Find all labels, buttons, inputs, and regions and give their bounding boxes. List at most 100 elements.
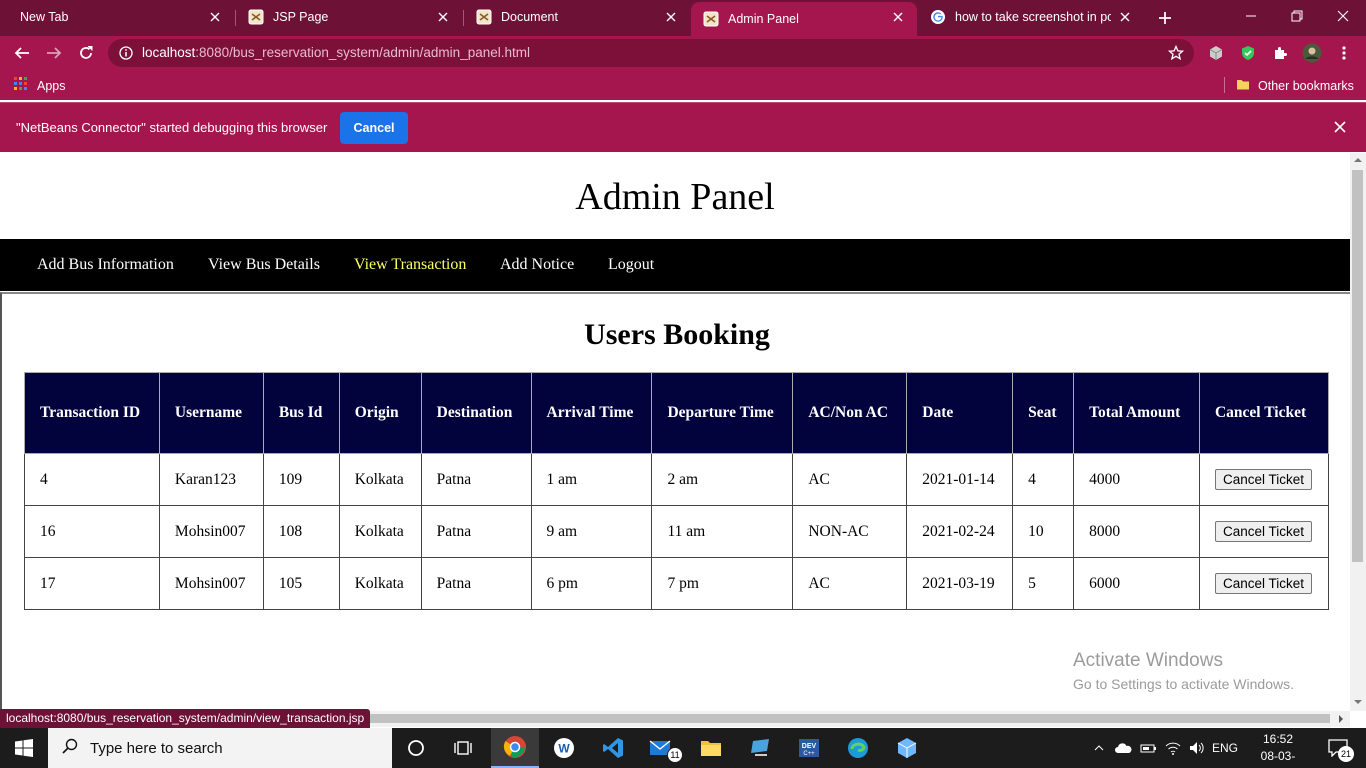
battery-icon[interactable]	[1138, 728, 1160, 768]
svg-text:C++: C++	[803, 751, 815, 757]
cell-total-amount: 4000	[1073, 453, 1200, 506]
cell-action: Cancel Ticket	[1198, 505, 1330, 558]
close-icon[interactable]	[208, 10, 222, 24]
windows-taskbar: Type here to search W 11 DEV C++ ENG 16:5…	[0, 728, 1366, 768]
new-tab-button[interactable]	[1154, 7, 1176, 29]
scrollbar-thumb[interactable]	[1352, 170, 1363, 562]
watermark-subtitle: Go to Settings to activate Windows.	[1073, 676, 1294, 692]
back-button[interactable]	[9, 40, 35, 66]
kebab-menu-icon[interactable]	[1334, 43, 1354, 63]
menu-view-transaction[interactable]: View Transaction	[354, 256, 466, 274]
system-clock[interactable]: 16:52 08-03-2021	[1252, 731, 1304, 768]
cancel-ticket-button[interactable]: Cancel Ticket	[1214, 469, 1313, 490]
cell-transaction-id: 17	[24, 557, 160, 610]
close-window-button[interactable]	[1320, 0, 1366, 32]
cancel-ticket-button[interactable]: Cancel Ticket	[1214, 521, 1313, 542]
svg-text:DEV: DEV	[802, 743, 817, 750]
cell-origin: Kolkata	[338, 557, 422, 610]
bookings-table: Transaction ID Username Bus Id Origin De…	[24, 372, 1330, 610]
tab-admin-panel[interactable]: Admin Panel	[691, 2, 917, 36]
page-viewport: Admin Panel Add Bus Information View Bus…	[0, 153, 1350, 711]
3d-viewer-icon[interactable]	[883, 728, 931, 768]
restore-button[interactable]	[1274, 0, 1320, 32]
watermark-title: Activate Windows	[1073, 650, 1223, 671]
scroll-down-arrow-icon[interactable]	[1354, 699, 1362, 705]
scroll-up-arrow-icon[interactable]	[1354, 157, 1362, 163]
chrome-taskbar-icon[interactable]	[491, 728, 539, 768]
menu-view-bus-details[interactable]: View Bus Details	[208, 256, 320, 274]
profile-avatar-icon[interactable]	[1302, 43, 1322, 63]
wifi-icon[interactable]	[1162, 728, 1184, 768]
menu-add-bus-information[interactable]: Add Bus Information	[37, 256, 174, 274]
apps-shortcut[interactable]: Apps	[14, 77, 66, 94]
cancel-ticket-button[interactable]: Cancel Ticket	[1214, 573, 1313, 594]
cell-total-amount: 8000	[1073, 505, 1200, 558]
shield-extension-icon[interactable]	[1238, 43, 1258, 63]
tab-google-search[interactable]: how to take screenshot in pc -	[918, 0, 1144, 34]
address-bar[interactable]: localhost:8080/bus_reservation_system/ad…	[108, 39, 1194, 67]
cell-bus-id: 109	[262, 453, 340, 506]
puzzle-extensions-icon[interactable]	[1270, 43, 1290, 63]
column-header: Date	[906, 372, 1014, 454]
volume-icon[interactable]	[1186, 728, 1208, 768]
mail-badge: 11	[667, 747, 683, 763]
remote-desktop-icon[interactable]	[736, 728, 784, 768]
devc-icon[interactable]: DEV C++	[785, 728, 833, 768]
close-icon[interactable]	[891, 10, 905, 24]
svg-text:W: W	[558, 742, 570, 756]
language-indicator[interactable]: ENG	[1210, 728, 1240, 768]
star-icon[interactable]	[1167, 44, 1185, 66]
tab-document[interactable]: Document	[464, 0, 690, 34]
netbeans-icon	[476, 9, 492, 25]
apps-grid-icon	[14, 77, 28, 94]
file-explorer-icon[interactable]	[687, 728, 735, 768]
other-bookmarks[interactable]: Other bookmarks	[1236, 77, 1354, 94]
folder-icon	[1236, 77, 1250, 94]
task-view-icon[interactable]	[440, 728, 488, 768]
forward-button[interactable]	[41, 40, 67, 66]
close-icon[interactable]	[664, 10, 678, 24]
table-row: 4 Karan123 109 Kolkata Patna 1 am 2 am A…	[24, 453, 1330, 506]
start-button[interactable]	[0, 728, 48, 768]
scroll-right-arrow-icon[interactable]	[1338, 715, 1344, 723]
vertical-scrollbar[interactable]	[1350, 153, 1366, 711]
taskbar-search-box[interactable]: Type here to search	[48, 728, 392, 768]
close-icon[interactable]	[1334, 121, 1346, 136]
info-icon[interactable]	[119, 46, 133, 65]
infobar-cancel-button[interactable]: Cancel	[340, 112, 408, 144]
minimize-button[interactable]	[1228, 0, 1274, 32]
column-header: Departure Time	[651, 372, 794, 454]
column-header: Destination	[420, 372, 532, 454]
vscode-icon[interactable]	[589, 728, 637, 768]
cell-date: 2021-01-14	[906, 453, 1014, 506]
column-header: Bus Id	[262, 372, 340, 454]
tab-jsp-page[interactable]: JSP Page	[236, 0, 462, 34]
bookmark-divider	[1224, 77, 1225, 93]
windows-logo-icon	[15, 739, 33, 757]
mail-icon[interactable]: 11	[638, 728, 686, 768]
cortana-icon[interactable]	[392, 728, 440, 768]
menu-logout[interactable]: Logout	[608, 256, 654, 274]
close-icon[interactable]	[436, 10, 450, 24]
menu-add-notice[interactable]: Add Notice	[500, 256, 574, 274]
google-icon	[930, 9, 946, 25]
cell-username: Mohsin007	[158, 557, 264, 610]
netbeans-icon	[703, 11, 719, 27]
column-header: Transaction ID	[24, 372, 160, 454]
close-icon[interactable]	[1118, 10, 1132, 24]
cell-destination: Patna	[420, 453, 532, 506]
reload-button[interactable]	[73, 40, 99, 66]
cell-action: Cancel Ticket	[1198, 557, 1330, 610]
cube-extension-icon[interactable]	[1206, 43, 1226, 63]
search-icon	[62, 738, 78, 759]
notification-center-icon[interactable]: 21	[1318, 728, 1358, 768]
chevron-up-icon[interactable]	[1090, 728, 1108, 768]
tab-new-tab[interactable]: New Tab	[0, 0, 234, 34]
edge-icon[interactable]	[834, 728, 882, 768]
column-header: Origin	[338, 372, 422, 454]
netbeans-icon	[248, 9, 264, 25]
app-w-icon[interactable]: W	[540, 728, 588, 768]
scrollbar-thumb[interactable]	[340, 714, 1330, 723]
cell-ac-type: AC	[792, 557, 908, 610]
onedrive-icon[interactable]	[1112, 728, 1134, 768]
